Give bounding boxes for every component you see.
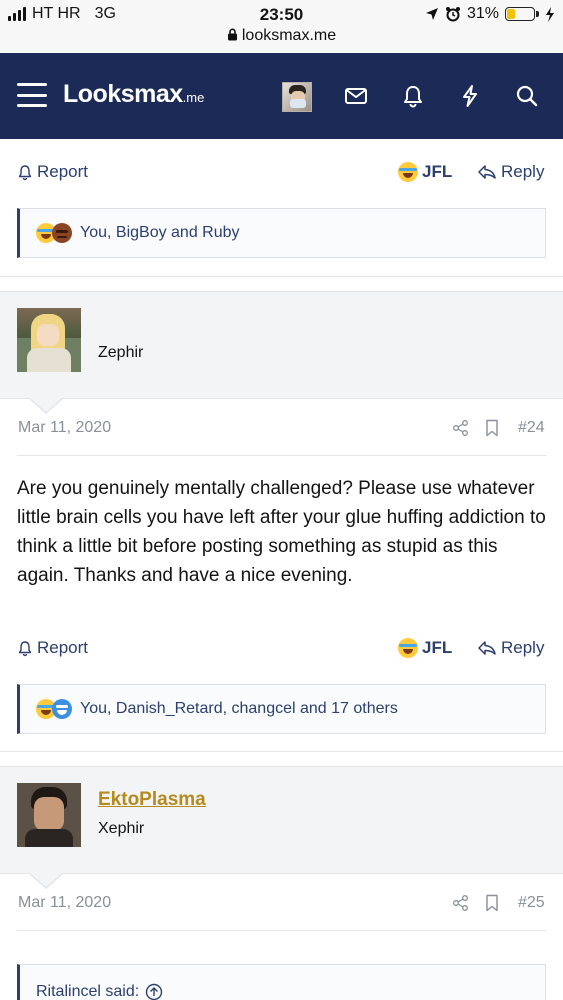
post-author-block: EktoPlasma Xephir <box>0 766 563 874</box>
post-date[interactable]: Mar 11, 2020 <box>18 419 111 437</box>
bookmark-icon[interactable] <box>485 894 499 912</box>
logo-suffix: .me <box>182 90 205 105</box>
url-bar[interactable]: looksmax.me <box>0 27 563 45</box>
reply-arrow-icon <box>478 165 496 179</box>
site-logo[interactable]: Looksmax.me <box>63 80 204 109</box>
bookmark-icon[interactable] <box>485 419 499 437</box>
angry-emoji-icon <box>52 223 72 243</box>
user-avatar[interactable] <box>282 82 312 112</box>
reply-label: Reply <box>501 162 545 181</box>
reactions-bar[interactable]: You, Danish_Retard, changcel and 17 othe… <box>17 684 546 734</box>
reactions-summary: You, Danish_Retard, changcel and 17 othe… <box>80 700 398 717</box>
bell-outline-icon <box>18 164 32 180</box>
bell-outline-icon <box>18 640 32 656</box>
quote-author: Ritalincel said: <box>36 983 140 1000</box>
lock-icon <box>227 28 237 41</box>
report-label: Report <box>37 638 89 657</box>
reactions-summary: You, BigBoy and Ruby <box>80 224 240 241</box>
divider <box>0 276 563 277</box>
status-right: 31% <box>425 5 555 23</box>
divider <box>17 455 546 456</box>
battery-icon <box>505 7 539 21</box>
quote-block: Ritalincel said: <box>17 964 546 1000</box>
quote-author-link[interactable]: Ritalincel said: <box>36 983 163 1000</box>
author-avatar[interactable] <box>17 308 81 372</box>
author-caret-fill <box>30 398 62 412</box>
logo-main: Looksmax <box>63 80 183 108</box>
reply-button[interactable]: Reply <box>477 162 544 182</box>
divider <box>17 930 546 931</box>
laughing-crying-emoji-icon <box>398 162 418 182</box>
author-avatar[interactable] <box>17 783 81 847</box>
post-number[interactable]: #24 <box>518 419 545 437</box>
author-username[interactable]: EktoPlasma <box>98 789 206 811</box>
share-icon[interactable] <box>452 419 470 437</box>
charging-bolt-icon <box>546 6 554 22</box>
lightning-bolt-icon[interactable] <box>457 83 483 109</box>
jfl-label: JFL <box>422 638 453 657</box>
report-button[interactable]: Report <box>17 162 88 182</box>
post-meta: Mar 11, 2020 #24 <box>0 413 563 443</box>
reaction-emojis <box>36 223 72 243</box>
author-title: Zephir <box>98 344 144 361</box>
report-button[interactable]: Report <box>17 638 88 658</box>
divider <box>0 751 563 752</box>
reply-arrow-icon <box>478 641 496 655</box>
battery-percent: 31% <box>466 5 499 22</box>
status-bar: HT HR 3G 23:50 looksmax.me 31% <box>0 0 563 52</box>
search-icon[interactable] <box>514 83 540 109</box>
author-title: Xephir <box>98 820 145 837</box>
reaction-emojis <box>36 699 72 719</box>
blue-emoji-icon <box>52 699 72 719</box>
location-arrow-icon <box>425 8 438 20</box>
jfl-reaction-button[interactable]: JFL <box>398 638 452 658</box>
post-actions: Report JFL Reply <box>0 154 563 194</box>
reactions-bar[interactable]: You, BigBoy and Ruby <box>17 208 546 258</box>
post-meta: Mar 11, 2020 #25 <box>0 888 563 918</box>
reply-button[interactable]: Reply <box>477 638 544 658</box>
post-date[interactable]: Mar 11, 2020 <box>18 894 111 912</box>
post-body: Are you genuinely mentally challenged? P… <box>17 478 546 586</box>
laughing-crying-emoji-icon <box>398 638 418 658</box>
share-icon[interactable] <box>452 894 470 912</box>
url-text: looksmax.me <box>241 27 337 44</box>
author-caret-fill <box>30 873 62 887</box>
jfl-reaction-button[interactable]: JFL <box>398 162 452 182</box>
post-author-block: Zephir <box>0 291 563 399</box>
bell-icon[interactable] <box>400 83 426 109</box>
arrow-up-circle-icon <box>145 983 163 1000</box>
inbox-envelope-icon[interactable] <box>343 83 369 109</box>
report-label: Report <box>37 162 89 181</box>
reply-label: Reply <box>501 638 545 657</box>
jfl-label: JFL <box>422 162 453 181</box>
post-number[interactable]: #25 <box>518 894 545 912</box>
post-actions: Report JFL Reply <box>0 630 563 670</box>
menu-icon[interactable] <box>17 83 47 107</box>
alarm-icon <box>445 7 460 22</box>
top-navigation: Looksmax.me <box>0 53 563 139</box>
